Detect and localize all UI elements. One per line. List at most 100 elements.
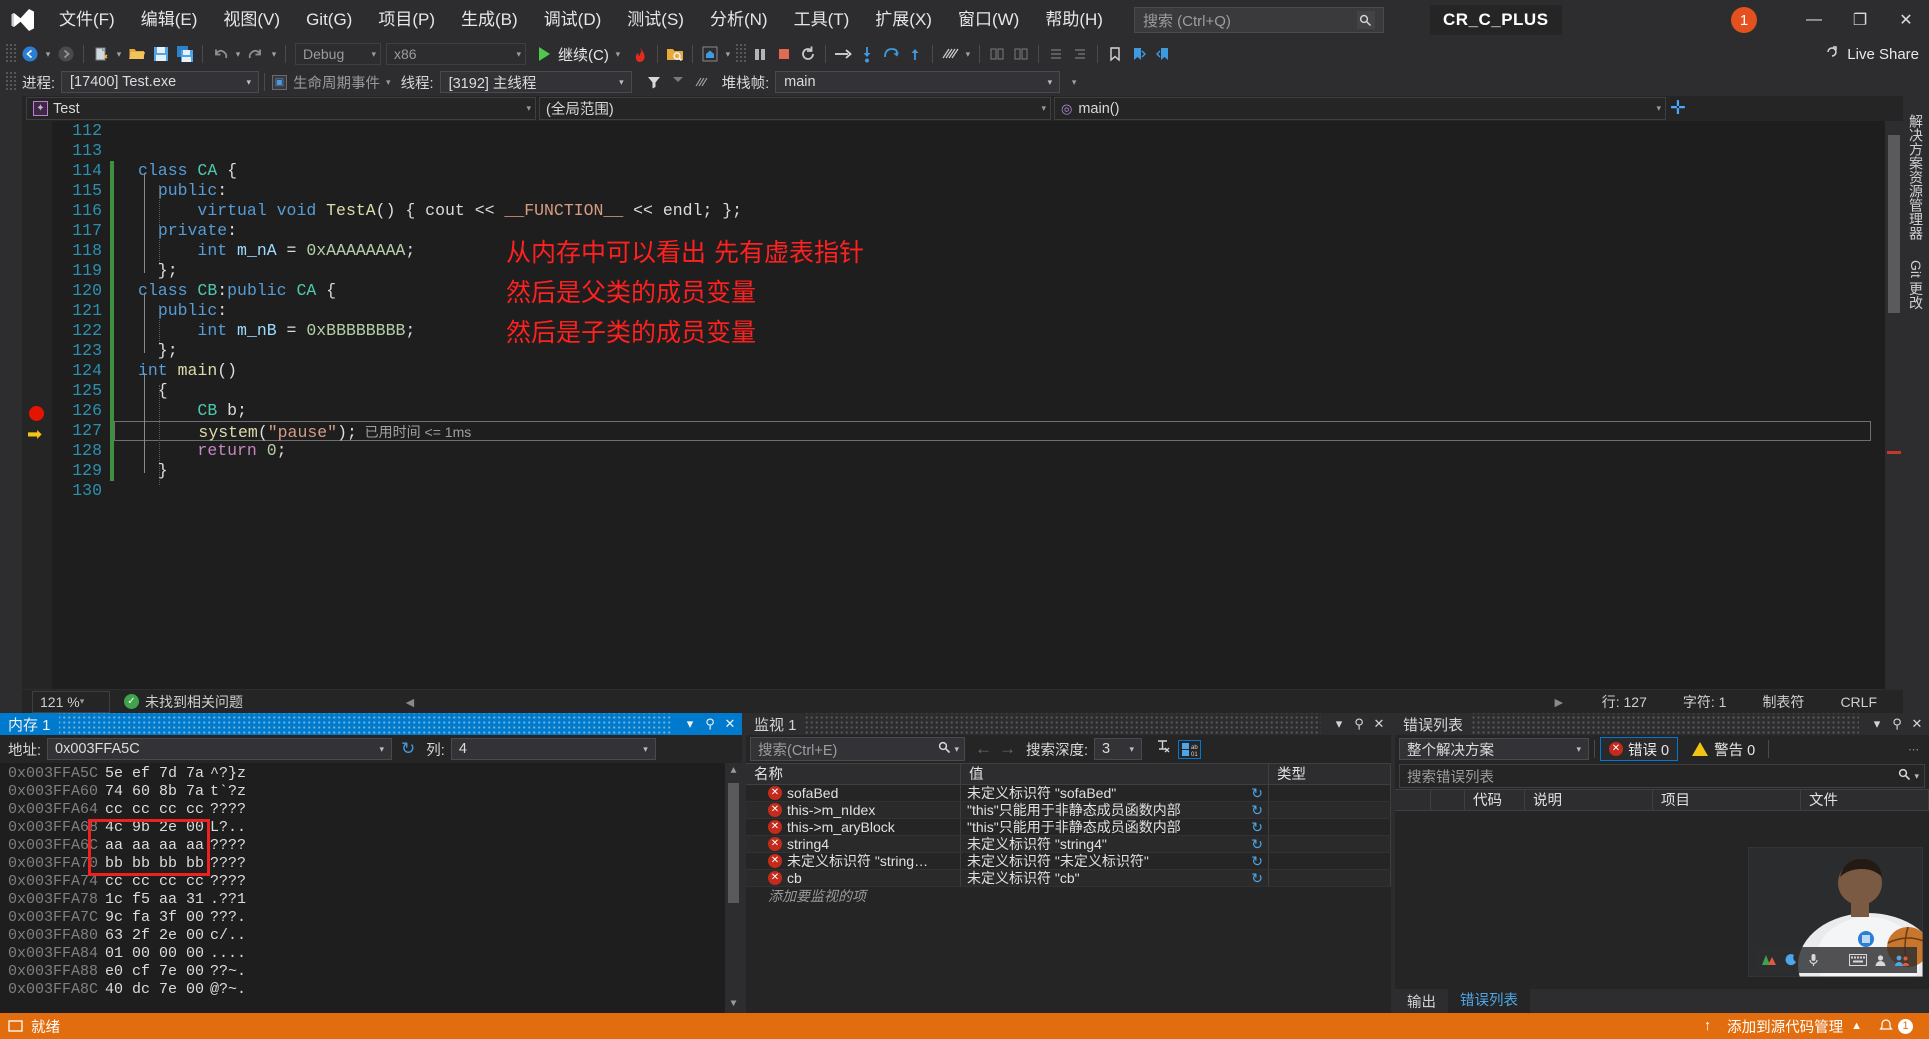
memory-address-input[interactable]: 0x003FFA5C ▾ (47, 738, 393, 760)
save-icon[interactable] (149, 42, 173, 66)
memory-rows[interactable]: 0x003FFA5C 5e ef 7d 7a ^?}z 0x003FFA60 74 60… (0, 763, 742, 1013)
code-line[interactable]: public: (114, 301, 1885, 321)
menu-item-4[interactable]: 项目(P) (365, 0, 448, 40)
watch-value[interactable]: 未定义标识符 "string4" ↻ (961, 836, 1269, 852)
search-icon[interactable] (1898, 768, 1911, 785)
menu-item-8[interactable]: 分析(N) (697, 0, 781, 40)
list-indent-icon[interactable] (1068, 42, 1092, 66)
quick-search-box[interactable]: 搜索 (Ctrl+Q) (1133, 7, 1384, 33)
watch-value[interactable]: 未定义标识符 "cb" ↻ (961, 870, 1269, 886)
refresh-icon[interactable]: ↻ (1251, 836, 1263, 852)
navbar-scope-combo[interactable]: (全局范围) ▾ (539, 97, 1051, 120)
lifecycle-events-toggle[interactable]: ▣ 生命周期事件 ▾ (270, 72, 397, 93)
continue-dropdown[interactable]: ▾ (612, 42, 624, 66)
code-line[interactable]: } (114, 461, 1885, 481)
pin-filter-icon[interactable] (1142, 739, 1178, 759)
memory-row[interactable]: 0x003FFA68 4c 9b 2e 00 L?.. (0, 819, 742, 837)
hex-display-icon[interactable]: ab 01 (1178, 739, 1202, 759)
stop-icon[interactable] (772, 42, 796, 66)
breakpoint-gutter[interactable]: ➡ (22, 121, 52, 689)
people-icon[interactable] (1891, 949, 1913, 971)
platform-combo[interactable]: x86 ▾ (386, 43, 526, 65)
code-line[interactable]: }; (114, 341, 1885, 361)
solution-explorer-tab[interactable]: 解决方案资源管理器 (1902, 104, 1929, 250)
code-line[interactable]: virtual void TestA() { cout << __FUNCTIO… (114, 201, 1885, 221)
menu-item-2[interactable]: 视图(V) (210, 0, 293, 40)
close-icon[interactable]: ✕ (1369, 714, 1389, 734)
person-icon[interactable] (1869, 949, 1891, 971)
error-panel-title-bar[interactable]: 错误列表 ▾ ⚲ ✕ (1395, 713, 1929, 735)
scrollbar-thumb[interactable] (1888, 135, 1900, 313)
watch-value[interactable]: 未定义标识符 "未定义标识符" ↻ (961, 853, 1269, 869)
zoom-combo[interactable]: 121 % ▾ (32, 690, 110, 713)
watch-add-row[interactable]: 添加要监视的项 (746, 887, 1391, 905)
watch-rows[interactable]: ✕ sofaBed 未定义标识符 "sofaBed" ↻ ✕ this->m_nIdex "… (746, 785, 1391, 1013)
refresh-icon[interactable]: ↻ (1251, 853, 1263, 869)
menu-item-6[interactable]: 调试(D) (531, 0, 615, 40)
refresh-icon[interactable]: ↻ (1251, 819, 1263, 835)
keyboard-icon[interactable] (1847, 949, 1869, 971)
notification-badge[interactable]: 1 (1731, 7, 1757, 33)
menu-item-11[interactable]: 窗口(W) (945, 0, 1032, 40)
watch-name[interactable]: ✕ string4 (746, 836, 961, 852)
chevron-down-icon[interactable]: ▾ (680, 714, 700, 734)
panel-drag-dots[interactable] (58, 713, 672, 735)
watch-row[interactable]: ✕ 未定义标识符 "string… 未定义标识符 "未定义标识符" ↻ (746, 853, 1391, 870)
navbar-project-combo[interactable]: ✦ Test ▾ (26, 97, 536, 120)
watch-panel-title-bar[interactable]: 监视 1 ▾ ⚲ ✕ (746, 713, 1391, 735)
bookmark-icon[interactable] (1103, 42, 1127, 66)
memory-row[interactable]: 0x003FFA64 cc cc cc cc???? (0, 801, 742, 819)
arrow-left-icon[interactable]: ← (965, 739, 999, 759)
error-scope-combo[interactable]: 整个解决方案 ▾ (1399, 738, 1589, 760)
watch-type[interactable] (1269, 853, 1391, 869)
menu-item-3[interactable]: Git(G) (293, 0, 365, 40)
minimize-button[interactable]: — (1791, 0, 1837, 40)
memory-row[interactable]: 0x003FFA84 01 00 00 00.... (0, 945, 742, 963)
debugbar-overflow[interactable]: ▾ (1068, 70, 1080, 94)
memory-row[interactable]: 0x003FFA70 bb bb bb bb???? (0, 855, 742, 873)
code-line[interactable]: int m_nA = 0xAAAAAAAA; (114, 241, 1885, 261)
breakpoint-marker[interactable] (29, 406, 44, 421)
restore-button[interactable]: ❐ (1837, 0, 1883, 40)
chevron-down-icon[interactable]: ▾ (1911, 771, 1922, 782)
watch-name[interactable]: ✕ cb (746, 870, 961, 886)
code-line[interactable] (114, 141, 1885, 161)
save-all-icon[interactable] (173, 42, 197, 66)
search-icon[interactable] (1356, 11, 1375, 29)
watch-header-type[interactable]: 类型 (1269, 764, 1391, 784)
refresh-icon[interactable]: ↻ (392, 739, 424, 759)
tab-output[interactable]: 输出 (1395, 991, 1448, 1012)
stackframe-combo[interactable]: main ▾ (775, 71, 1061, 93)
threads-dropdown[interactable]: ▾ (962, 42, 974, 66)
watch-search-input[interactable]: 搜索(Ctrl+E) ▾ (750, 737, 965, 761)
watch-row[interactable]: ✕ string4 未定义标识符 "string4" ↻ (746, 836, 1391, 853)
search-depth-input[interactable]: 3 ▾ (1094, 738, 1143, 760)
navbar-member-combo[interactable]: ◎ main() ▾ (1054, 97, 1666, 120)
menu-item-1[interactable]: 编辑(E) (128, 0, 211, 40)
memory-row[interactable]: 0x003FFA74 cc cc cc cc???? (0, 873, 742, 891)
filter-icon[interactable] (642, 70, 666, 94)
break-all-dropdown[interactable]: ▾ (722, 42, 734, 66)
memory-row[interactable]: 0x003FFA5C 5e ef 7d 7a ^?}z (0, 765, 742, 783)
chevron-down-icon[interactable]: ▾ (380, 77, 397, 88)
toolbar-grip-2[interactable] (735, 44, 746, 64)
notification-bell-icon[interactable]: 1 (1870, 1018, 1921, 1034)
hot-reload-icon[interactable] (628, 42, 652, 66)
code-line[interactable]: CB b; (114, 401, 1885, 421)
add-icon[interactable]: ✛ (1666, 97, 1690, 120)
chevron-down-icon[interactable]: ▾ (1329, 714, 1349, 734)
memory-vertical-scrollbar[interactable]: ▲ ▼ (725, 763, 742, 1013)
watch-row[interactable]: ✕ sofaBed 未定义标识符 "sofaBed" ↻ (746, 785, 1391, 802)
pin-icon[interactable]: ⚲ (1349, 714, 1369, 734)
code-line[interactable]: −class CB:public CA { (114, 281, 1885, 301)
next-issue-icon[interactable]: ► (1534, 694, 1584, 710)
pin-icon[interactable]: ⚲ (1887, 714, 1907, 734)
attach-process-icon[interactable] (663, 42, 687, 66)
watch-type[interactable] (1269, 802, 1391, 818)
code-line[interactable]: −class CA { (114, 161, 1885, 181)
watch-value[interactable]: "this"只能用于非静态成员函数内部 ↻ (961, 802, 1269, 818)
watch-type[interactable] (1269, 785, 1391, 801)
memory-columns-input[interactable]: 4 ▾ (450, 738, 656, 760)
menu-item-12[interactable]: 帮助(H) (1032, 0, 1116, 40)
video-effects-icon[interactable] (1758, 949, 1780, 971)
